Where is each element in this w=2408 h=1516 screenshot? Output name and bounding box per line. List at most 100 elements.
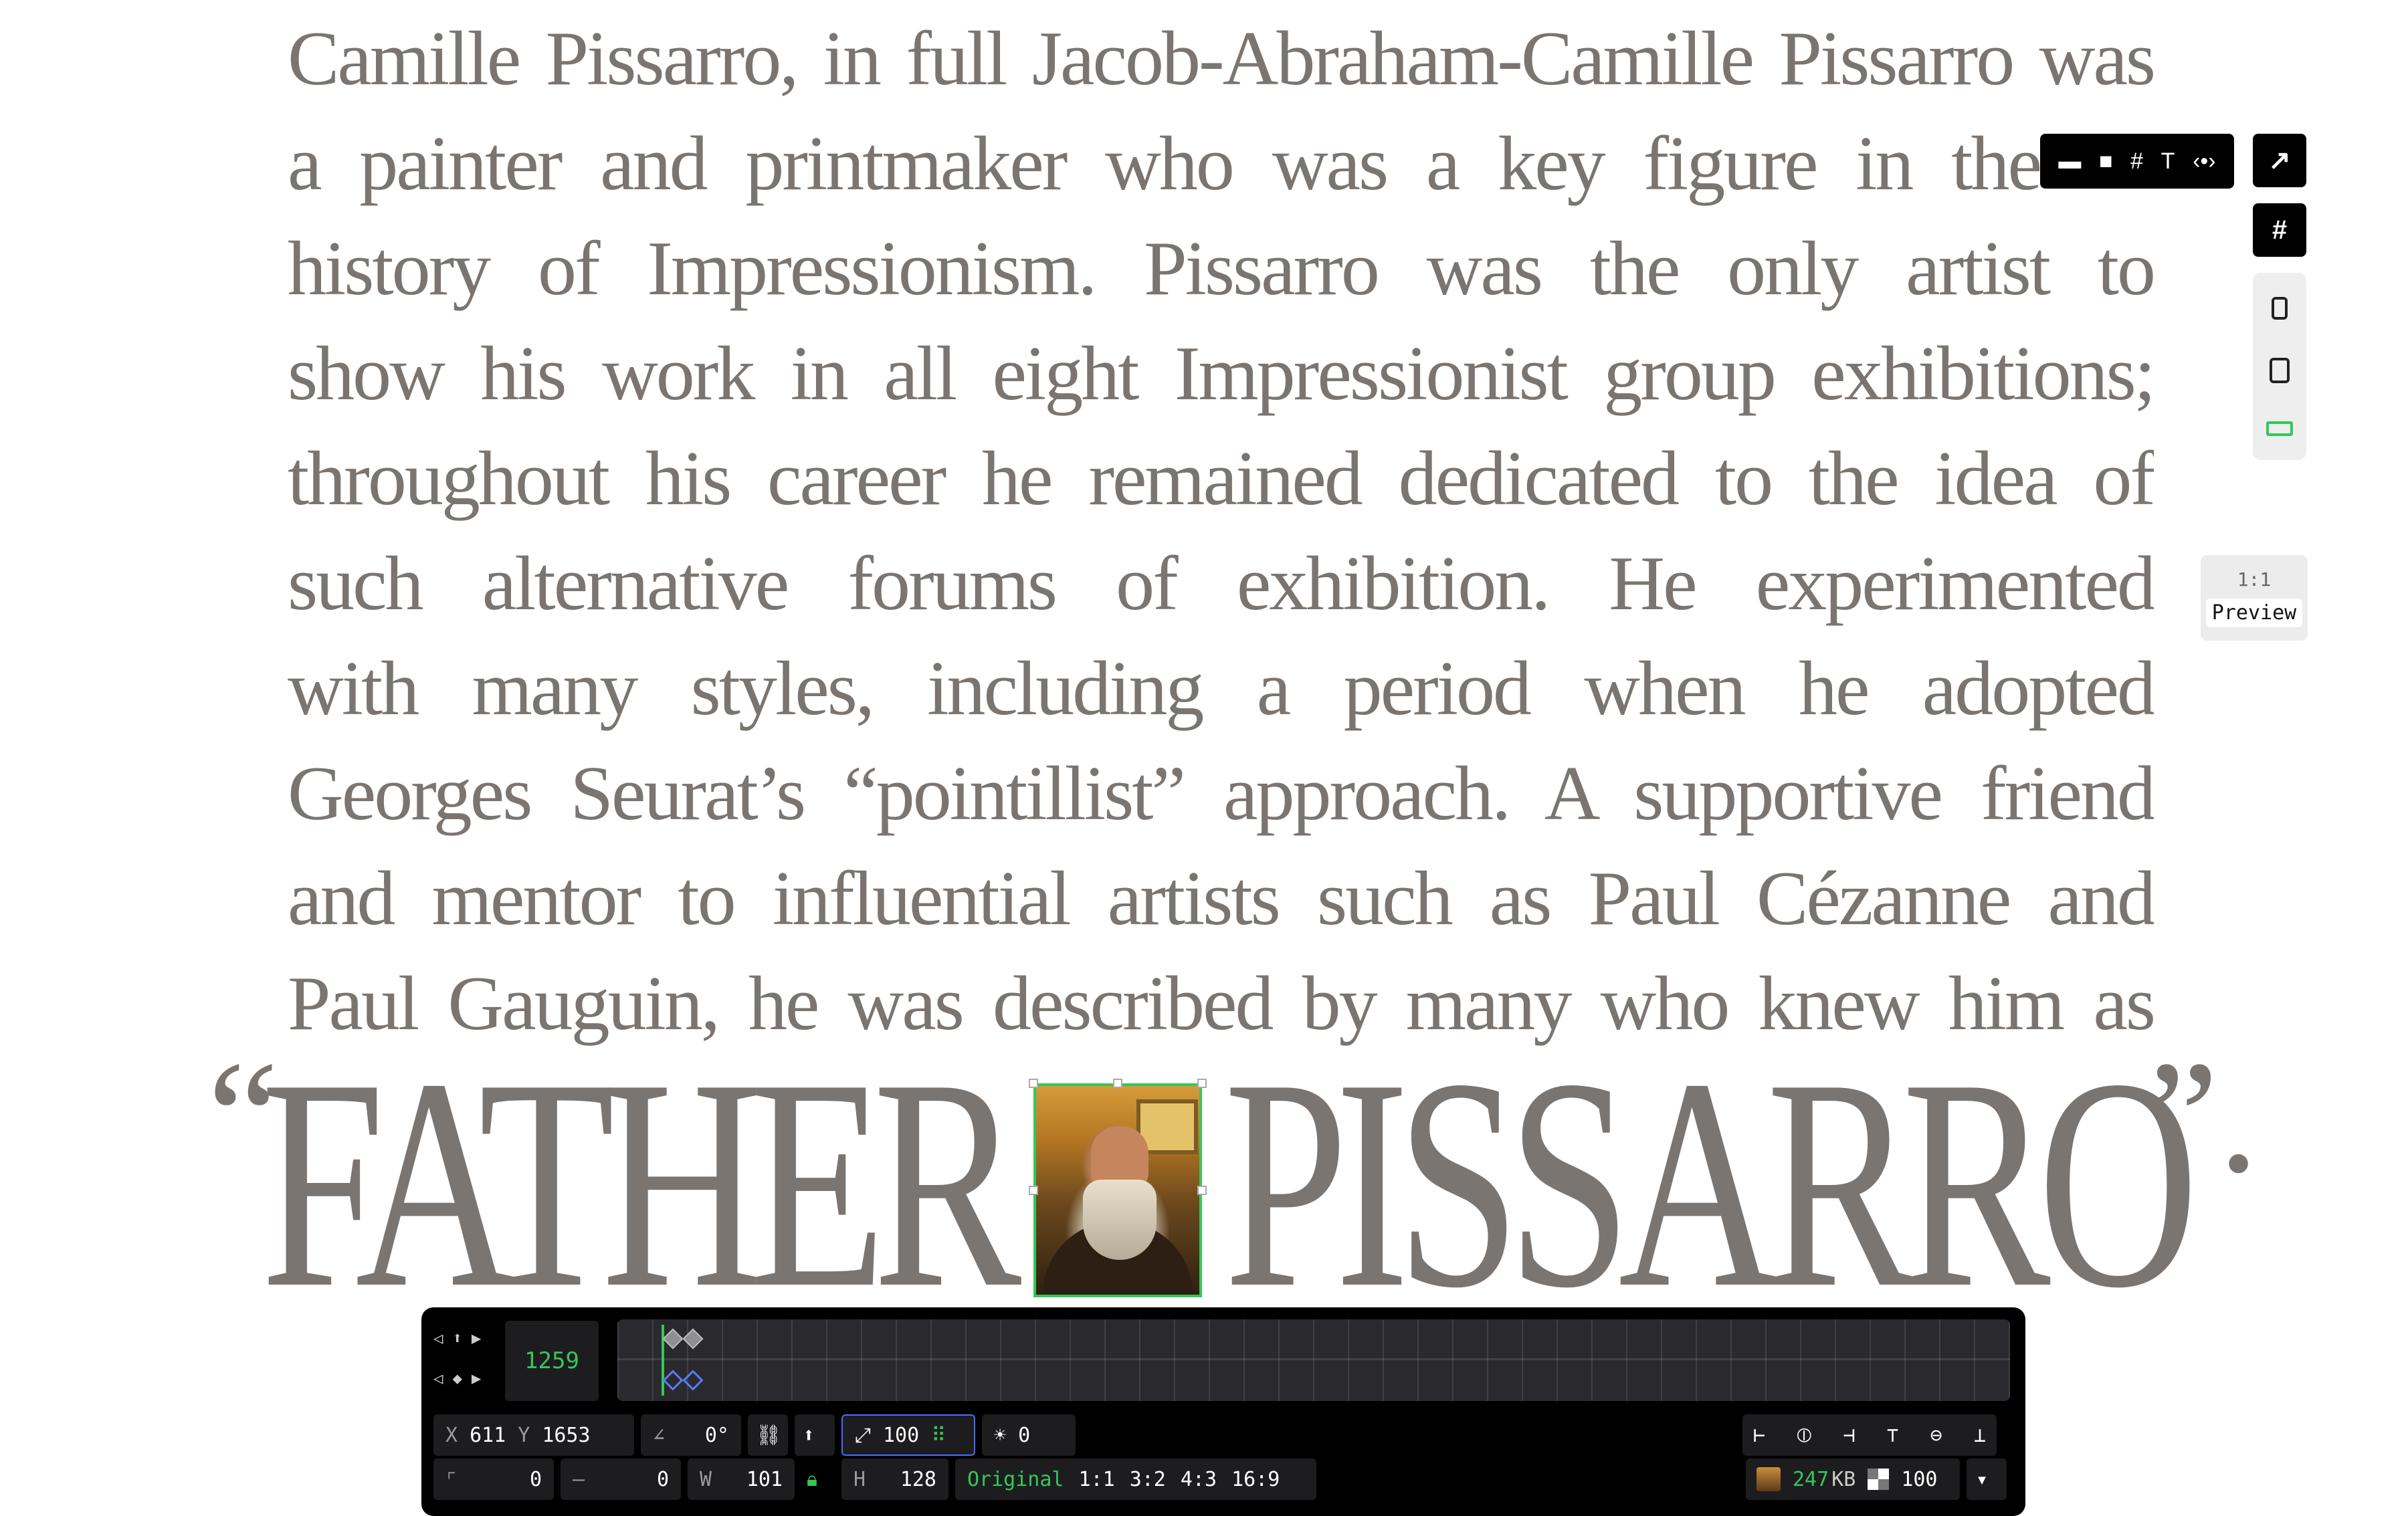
- code-icon[interactable]: ‹•›: [2193, 148, 2216, 175]
- insert-toolbar: ▬ ■ # T ‹•›: [2040, 134, 2234, 189]
- keyframe[interactable]: [682, 1370, 704, 1391]
- playhead[interactable]: [662, 1325, 664, 1396]
- image-thumbnail[interactable]: [1757, 1467, 1781, 1491]
- resize-handle-top[interactable]: [1113, 1079, 1122, 1088]
- resize-handle-top-left[interactable]: [1029, 1079, 1038, 1088]
- stroke-value[interactable]: 0: [657, 1468, 669, 1491]
- article-line: a painter and printmaker who was a key f…: [288, 121, 2040, 207]
- ratio-4-3[interactable]: 4:3: [1181, 1468, 1217, 1491]
- play-icon[interactable]: ▶: [472, 1329, 481, 1347]
- ratio-original[interactable]: Original: [967, 1468, 1064, 1491]
- sun-icon: ☀: [994, 1423, 1007, 1447]
- rotation-value[interactable]: 0°: [705, 1424, 729, 1447]
- grid-icon[interactable]: #: [2130, 148, 2143, 175]
- link-button[interactable]: ⛓: [748, 1414, 788, 1456]
- brightness-value[interactable]: 0: [1018, 1424, 1030, 1447]
- resize-handle-left[interactable]: [1029, 1186, 1038, 1195]
- align-left-icon[interactable]: ⊢: [1753, 1424, 1765, 1447]
- tablet-icon[interactable]: [2270, 357, 2290, 383]
- headline-close-quote: ”.: [2147, 1028, 2259, 1206]
- keyframe[interactable]: [662, 1370, 684, 1391]
- more-dropdown[interactable]: ▾: [1967, 1458, 2007, 1500]
- portrait-image-selected[interactable]: [1033, 1083, 1202, 1297]
- expand-button[interactable]: ↗: [2253, 134, 2306, 187]
- position-field[interactable]: X 611 Y 1653: [433, 1414, 634, 1456]
- keyframe-icon[interactable]: ◆: [452, 1369, 462, 1388]
- prev-icon[interactable]: ◁: [433, 1369, 443, 1388]
- text-icon[interactable]: T: [2161, 148, 2175, 175]
- laptop-icon[interactable]: [2266, 421, 2293, 436]
- align-middle-icon[interactable]: ⊖: [1930, 1424, 1942, 1447]
- width-field[interactable]: W 101: [688, 1458, 795, 1500]
- rotation-field[interactable]: ∠ 0°: [641, 1414, 741, 1456]
- w-value[interactable]: 101: [746, 1468, 783, 1491]
- resize-handle-right[interactable]: [1197, 1186, 1207, 1195]
- device-switcher: [2253, 273, 2306, 460]
- article-line: and mentor to influential artists such a…: [288, 856, 2154, 942]
- article-body: Camille Pissarro, in full Jacob-Abraham-…: [288, 7, 2154, 1057]
- lock-icon: 🔒︎: [807, 1467, 817, 1491]
- portrait-beard: [1083, 1180, 1157, 1260]
- align-bottom-icon[interactable]: ⊥: [1974, 1424, 1986, 1447]
- grid-icon: #: [2272, 215, 2288, 245]
- grid-toggle-button[interactable]: #: [2253, 203, 2306, 257]
- pin-icon: ⬆: [803, 1423, 815, 1447]
- play-icon[interactable]: ▶: [472, 1369, 481, 1388]
- align-top-icon[interactable]: ⊤: [1886, 1424, 1898, 1447]
- keyframe[interactable]: [682, 1328, 704, 1349]
- scale-icon: ⤢: [855, 1423, 871, 1447]
- height-field[interactable]: H 128: [841, 1458, 948, 1500]
- h-value[interactable]: 128: [900, 1468, 936, 1491]
- square-icon[interactable]: ■: [2099, 148, 2113, 175]
- corner-radius-field[interactable]: ⌜ 0: [433, 1458, 554, 1500]
- ratio-3-2[interactable]: 3:2: [1130, 1468, 1166, 1491]
- article-line: with many styles, including a period whe…: [288, 646, 2154, 732]
- arrow-up-right-icon: ↗: [2268, 146, 2291, 175]
- article-line: Camille Pissarro, in full Jacob-Abraham-…: [288, 16, 2154, 102]
- pin-icon[interactable]: ⬆: [452, 1329, 462, 1347]
- opacity-icon: [1868, 1469, 1890, 1490]
- align-right-icon[interactable]: ⊣: [1843, 1424, 1855, 1447]
- aspect-lock-button[interactable]: 🔒︎: [801, 1458, 835, 1500]
- headline-word-pissarro: PISSARRO: [1224, 1017, 2199, 1350]
- phone-icon[interactable]: [2272, 297, 2288, 320]
- properties-panel: ◁ ⬆ ▶ ◁ ◆ ▶ 1259 X 611 Y 1653 ∠ 0° ⛓ ⬆ ⤢…: [421, 1307, 2025, 1516]
- stroke-field[interactable]: — 0: [561, 1458, 681, 1500]
- frame-counter[interactable]: 1259: [505, 1321, 599, 1401]
- x-value[interactable]: 611: [470, 1424, 506, 1447]
- link-icon: ⛓: [756, 1423, 782, 1447]
- opacity-value[interactable]: 100: [1901, 1468, 1937, 1491]
- article-line: history of Impressionism. Pissarro was t…: [288, 226, 2154, 312]
- drag-dots-icon[interactable]: ⠿: [931, 1424, 946, 1447]
- file-unit: KB: [1831, 1467, 1856, 1491]
- scale-value[interactable]: 100: [883, 1424, 919, 1447]
- y-label: Y: [518, 1423, 530, 1447]
- article-line: throughout his career he remained dedica…: [288, 436, 2154, 522]
- resize-handle-top-right[interactable]: [1197, 1079, 1207, 1088]
- folder-icon[interactable]: ▬: [2058, 148, 2081, 175]
- keyframe[interactable]: [662, 1328, 684, 1349]
- angle-icon: ∠: [653, 1423, 666, 1447]
- ratio-16-9[interactable]: 16:9: [1231, 1468, 1280, 1491]
- pin-button[interactable]: ⬆: [795, 1414, 835, 1456]
- corner-icon: ⌜: [445, 1467, 458, 1491]
- align-center-h-icon[interactable]: ⦶: [1797, 1424, 1811, 1447]
- scale-field[interactable]: ⤢ 100 ⠿: [841, 1414, 975, 1456]
- timeline-track[interactable]: [617, 1319, 2010, 1401]
- radius-value[interactable]: 0: [530, 1468, 542, 1491]
- preview-ratio[interactable]: 1:1: [2201, 555, 2308, 590]
- brightness-field[interactable]: ☀ 0: [982, 1414, 1076, 1456]
- track-controls-2: ◁ ◆ ▶: [433, 1369, 481, 1388]
- track-controls-1: ◁ ⬆ ▶: [433, 1329, 481, 1347]
- file-size: 247: [1793, 1467, 1829, 1491]
- y-value[interactable]: 1653: [542, 1424, 590, 1447]
- align-toolbar: ⊢ ⦶ ⊣ ⊤ ⊖ ⊥: [1742, 1414, 1997, 1456]
- x-label: X: [445, 1423, 458, 1447]
- size-row: ⌜ 0 — 0 W 101 🔒︎ H 128 Original 1:1 3:2 …: [433, 1458, 1316, 1500]
- prev-icon[interactable]: ◁: [433, 1329, 443, 1347]
- ratio-1-1[interactable]: 1:1: [1079, 1468, 1115, 1491]
- preview-card: 1:1 Preview: [2201, 555, 2308, 641]
- preview-button[interactable]: Preview: [2206, 599, 2302, 627]
- article-line: show his work in all eight Impressionist…: [288, 331, 2154, 417]
- asset-info: 247 KB 100: [1746, 1458, 1960, 1500]
